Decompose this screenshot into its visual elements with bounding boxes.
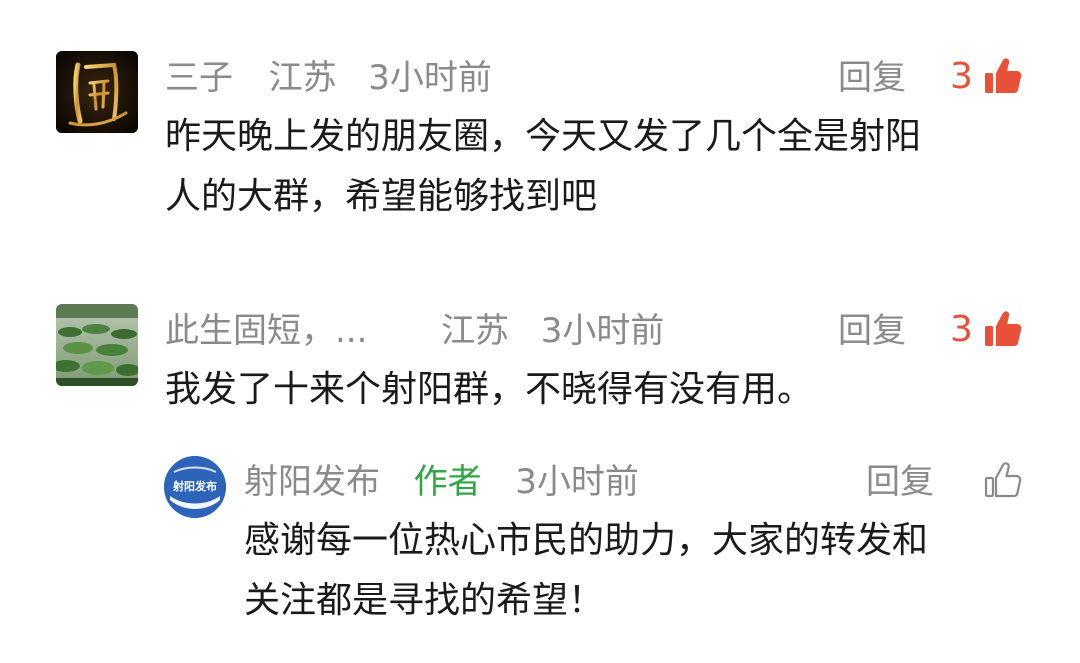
sheyang-fabu-logo-icon: 射阳发布: [164, 456, 226, 518]
timestamp: 3小时前: [540, 311, 665, 351]
reply-button[interactable]: 回复: [838, 311, 906, 351]
comment-meta: 三子 江苏 3小时前: [165, 58, 492, 98]
reply-button[interactable]: 回复: [838, 58, 906, 98]
author-avatar[interactable]: 射阳发布: [164, 456, 226, 518]
reply-button[interactable]: 回复: [866, 462, 934, 502]
thumbs-up-icon[interactable]: [982, 309, 1022, 349]
like-count: 3: [950, 56, 973, 97]
thumbs-up-outline-icon[interactable]: [982, 460, 1022, 500]
user-avatar[interactable]: [56, 304, 138, 386]
username[interactable]: 三子: [165, 58, 233, 98]
author-badge: 作者: [413, 462, 482, 502]
like-count: 3: [950, 309, 973, 350]
reply-meta: 射阳发布 作者 3小时前: [244, 462, 639, 502]
timestamp: 3小时前: [368, 58, 492, 98]
location: 江苏: [268, 58, 337, 98]
comment-text-line: 我发了十来个射阳群，不晓得有没有用。: [165, 369, 814, 410]
logo-text: 射阳发布: [172, 479, 217, 493]
comment-meta: 此生固短，... 江苏 3小时前: [165, 311, 664, 351]
comment-text-line: 人的大群，希望能够找到吧: [165, 176, 598, 217]
gold-calligraphy-icon: [56, 51, 138, 133]
reply-text-line: 关注都是寻找的希望！: [244, 580, 605, 621]
timestamp: 3小时前: [515, 462, 639, 502]
user-avatar[interactable]: [56, 51, 138, 133]
location: 江苏: [441, 311, 510, 351]
comment-text-line: 昨天晚上发的朋友圈，今天又发了几个全是射阳: [165, 116, 922, 157]
username[interactable]: 此生固短，...: [165, 311, 367, 351]
lotus-pond-icon: [56, 304, 138, 386]
reply-text-line: 感谢每一位热心市民的助力，大家的转发和: [244, 520, 929, 561]
thumbs-up-icon[interactable]: [982, 56, 1022, 96]
username[interactable]: 射阳发布: [244, 462, 380, 502]
